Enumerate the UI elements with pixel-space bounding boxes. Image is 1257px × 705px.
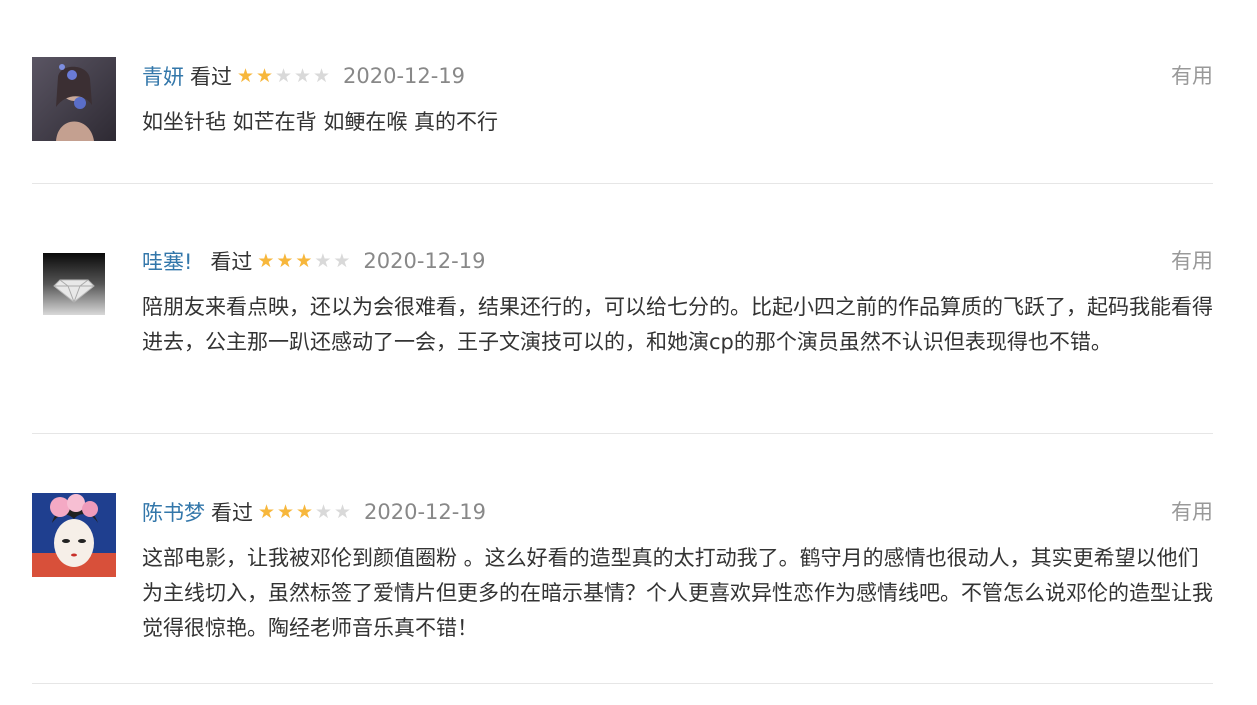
- star-filled-icon: ★: [257, 249, 275, 272]
- star-empty-icon: ★: [314, 500, 333, 523]
- star-empty-icon: ★: [293, 64, 312, 87]
- rating-stars: ★ ★ ★ ★ ★: [257, 500, 352, 523]
- divider: [32, 183, 1213, 184]
- comment-item: 陈书梦 看过 ★ ★ ★ ★ ★ 2020-12-19 有用 这部电影，让我被邓伦到颜值…: [32, 493, 1213, 653]
- comment-text: 如坐针毡 如芒在背 如鲠在喉 真的不行: [142, 110, 499, 134]
- avatar-image: [32, 493, 116, 577]
- watch-status: 看过: [190, 65, 232, 89]
- star-empty-icon: ★: [274, 64, 293, 87]
- star-empty-icon: ★: [314, 249, 332, 272]
- watch-status: 看过: [210, 250, 253, 274]
- comment-date: 2020-12-19: [363, 249, 486, 273]
- star-filled-icon: ★: [295, 249, 313, 272]
- comment-list: 青妍 看过 ★ ★ ★ ★ ★ 2020-12-19 有用 如坐针毡 如芒在背 如鲠在喉…: [0, 0, 1257, 705]
- username-link[interactable]: 青妍: [142, 61, 184, 91]
- comment-text: 这部电影，让我被邓伦到颜值圈粉 。这么好看的造型真的太打动我了。鹤守月的感情也很…: [142, 546, 1213, 640]
- avatar[interactable]: [32, 242, 116, 326]
- star-filled-icon: ★: [255, 64, 274, 87]
- useful-button[interactable]: 有用: [1171, 61, 1213, 91]
- avatar-image: [32, 242, 116, 326]
- star-empty-icon: ★: [333, 500, 352, 523]
- avatar-image: [32, 57, 116, 141]
- star-filled-icon: ★: [257, 500, 276, 523]
- star-empty-icon: ★: [312, 64, 331, 87]
- comment-item: 青妍 看过 ★ ★ ★ ★ ★ 2020-12-19 有用 如坐针毡 如芒在背 如鲠在喉…: [32, 57, 1213, 157]
- username-link[interactable]: 哇塞!: [142, 246, 192, 276]
- star-filled-icon: ★: [295, 500, 314, 523]
- comment-meta: 青妍 看过 ★ ★ ★ ★ ★ 2020-12-19: [142, 61, 1213, 91]
- useful-button[interactable]: 有用: [1171, 246, 1213, 276]
- avatar[interactable]: [32, 57, 116, 141]
- comment-meta: 哇塞! 看过 ★ ★ ★ ★ ★ 2020-12-19: [142, 246, 1213, 276]
- username-link[interactable]: 陈书梦: [142, 497, 205, 527]
- comment-meta: 陈书梦 看过 ★ ★ ★ ★ ★ 2020-12-19: [142, 497, 1213, 527]
- rating-stars: ★ ★ ★ ★ ★: [236, 64, 331, 87]
- star-filled-icon: ★: [276, 500, 295, 523]
- star-filled-icon: ★: [236, 64, 255, 87]
- watch-status: 看过: [211, 501, 253, 525]
- comment-date: 2020-12-19: [343, 64, 466, 88]
- comment-date: 2020-12-19: [364, 500, 487, 524]
- avatar[interactable]: [32, 493, 116, 577]
- comment-text: 陪朋友来看点映，还以为会很难看，结果还行的，可以给七分的。比起小四之前的作品算质…: [142, 295, 1213, 354]
- useful-button[interactable]: 有用: [1171, 497, 1213, 527]
- star-filled-icon: ★: [276, 249, 294, 272]
- rating-stars: ★ ★ ★ ★ ★: [256, 249, 351, 272]
- star-empty-icon: ★: [333, 249, 351, 272]
- divider: [32, 683, 1213, 684]
- comment-item: 哇塞! 看过 ★ ★ ★ ★ ★ 2020-12-19 有用 陪朋友来看点映，还以为会很…: [32, 242, 1213, 402]
- divider: [32, 433, 1213, 434]
